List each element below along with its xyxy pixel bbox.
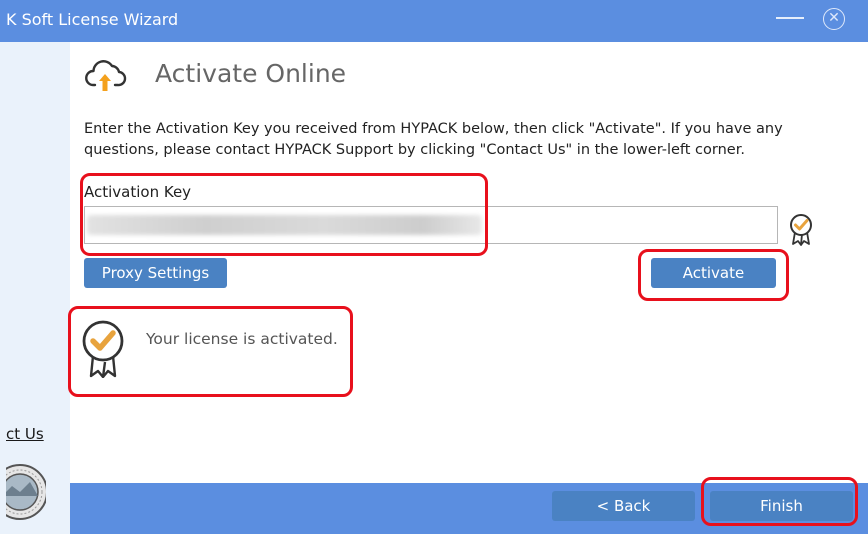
window-title: K Soft License Wizard xyxy=(6,10,179,29)
logo-icon xyxy=(6,464,46,520)
minimize-button[interactable] xyxy=(776,17,804,19)
highlight-activate-button xyxy=(638,249,789,301)
proxy-settings-button[interactable]: Proxy Settings xyxy=(84,258,227,288)
back-button[interactable]: < Back xyxy=(552,491,695,521)
highlight-activation-key xyxy=(80,173,488,256)
verified-badge-icon xyxy=(787,212,815,246)
cloud-upload-icon xyxy=(84,54,128,98)
instructions-text: Enter the Activation Key you received fr… xyxy=(84,121,783,158)
highlight-status-message xyxy=(68,306,353,397)
page-title: Activate Online xyxy=(155,59,347,88)
title-bar: K Soft License Wizard ✕ xyxy=(0,0,868,42)
close-icon: ✕ xyxy=(828,10,840,26)
hypack-logo xyxy=(6,458,46,526)
contact-us-link[interactable]: ct Us xyxy=(6,425,44,443)
close-button[interactable]: ✕ xyxy=(823,8,845,30)
highlight-finish-button xyxy=(701,477,858,526)
